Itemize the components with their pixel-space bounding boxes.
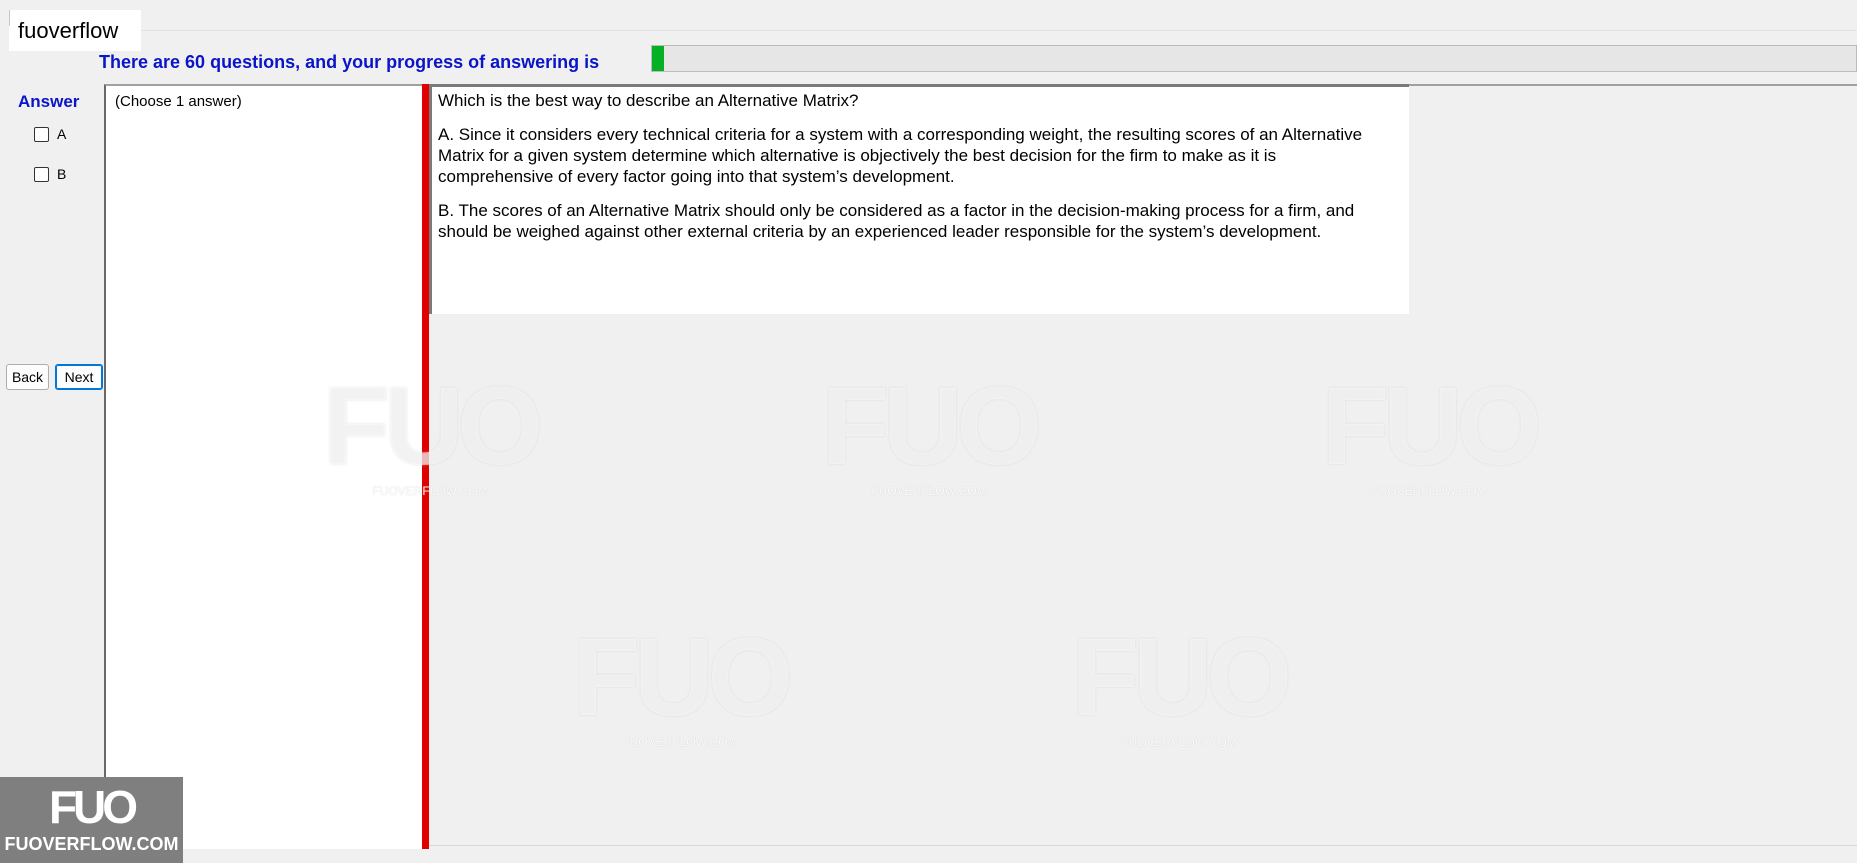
brand-logo: FUO FUOVERFLOW.COM — [0, 777, 183, 863]
progress-fill — [652, 46, 665, 71]
watermark-mark: FUO — [821, 365, 1042, 488]
progress-bar — [651, 45, 1857, 72]
answer-option-b[interactable]: B — [34, 166, 66, 182]
window-title-tab: fuoverflow — [9, 10, 141, 51]
watermark-site: FUOVERFLOW.COM — [1121, 735, 1237, 749]
watermark-mark: FUO — [1321, 365, 1542, 488]
watermark-site: FUOVERFLOW.COM — [1371, 484, 1487, 498]
choice-panel: (Choose 1 answer) — [104, 84, 422, 849]
question-text: Which is the best way to describe an Alt… — [438, 90, 1368, 255]
question-option-b: B. The scores of an Alternative Matrix s… — [438, 201, 1355, 241]
title-divider — [141, 30, 1857, 31]
answer-heading: Answer — [18, 92, 80, 111]
answer-option-a-label: A — [57, 126, 67, 142]
watermark-site: FUOVERFLOW.COM — [622, 735, 738, 749]
brand-mark: FUO — [48, 781, 138, 833]
progress-label: There are 60 questions, and your progres… — [99, 52, 600, 72]
next-button[interactable]: Next — [55, 364, 103, 390]
checkbox-b[interactable] — [34, 166, 49, 182]
back-button[interactable]: Back — [6, 364, 49, 390]
checkbox-a[interactable] — [34, 126, 49, 142]
watermark-mark: FUO — [1071, 616, 1292, 739]
watermark: FUO FUOVERFLOW.COM — [819, 365, 1042, 512]
watermark-mark: FUO — [572, 616, 793, 739]
watermark-site: FUOVERFLOW.COM — [871, 484, 987, 498]
brand-site: FUOVERFLOW.COM — [4, 834, 179, 854]
window-title: fuoverflow — [18, 18, 119, 43]
question-option-a: A. Since it considers every technical cr… — [438, 125, 1363, 186]
question-panel: Which is the best way to describe an Alt… — [429, 84, 1409, 314]
watermark: FUO FUOVERFLOW.COM — [1319, 365, 1542, 512]
choose-instruction: (Choose 1 answer) — [115, 93, 242, 110]
right-rule — [1409, 84, 1857, 86]
bottom-rule — [429, 845, 1857, 846]
watermark: FUO FUOVERFLOW.COM — [570, 616, 793, 763]
question-prompt: Which is the best way to describe an Alt… — [438, 91, 859, 110]
panel-divider[interactable] — [422, 84, 429, 849]
watermark: FUO FUOVERFLOW.COM — [1069, 616, 1292, 763]
answer-option-b-label: B — [57, 166, 67, 182]
answer-option-a[interactable]: A — [34, 126, 66, 142]
